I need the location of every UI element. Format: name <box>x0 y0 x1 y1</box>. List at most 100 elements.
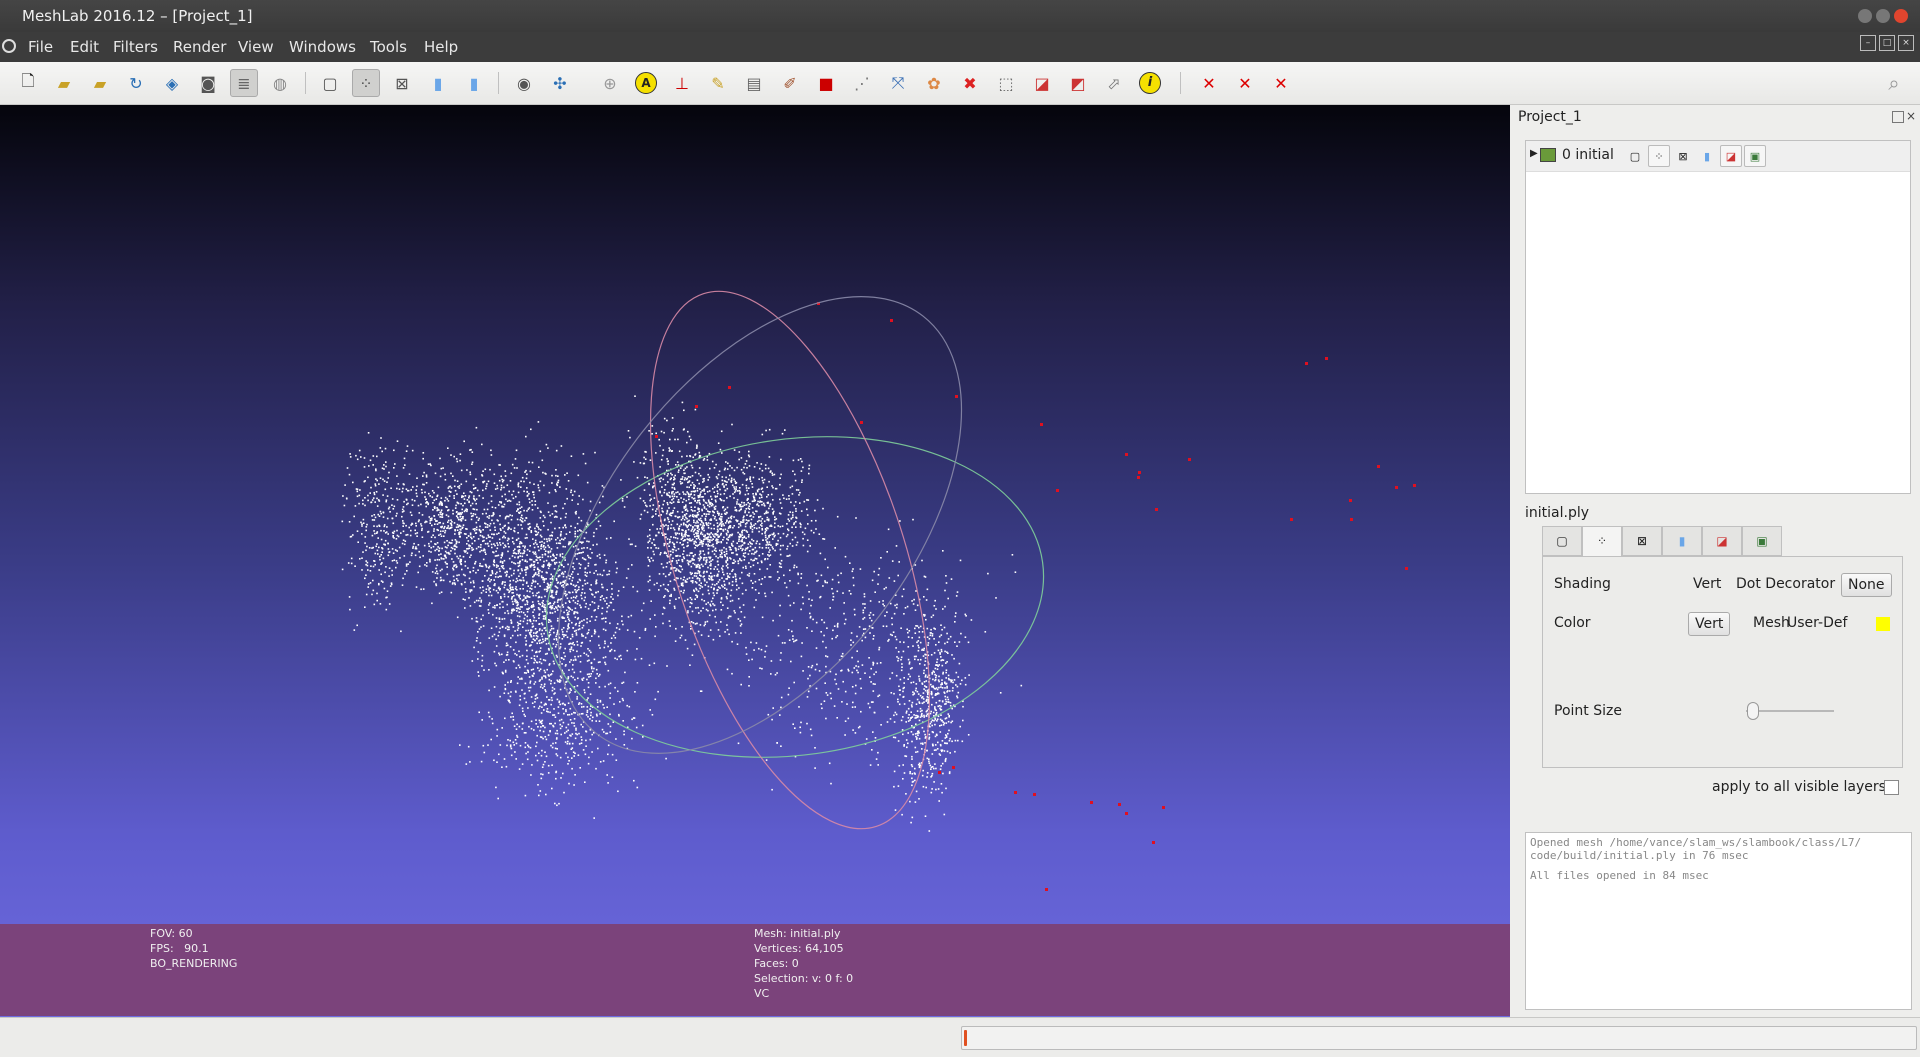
wireframe-icon[interactable]: ⊠ <box>388 69 416 97</box>
select-connected-icon[interactable]: ◩ <box>1064 69 1092 97</box>
delete-faces-icon[interactable]: ✕ <box>1195 69 1223 97</box>
cloud-point <box>694 598 696 600</box>
cloud-point <box>923 688 925 690</box>
cloud-point <box>906 628 908 631</box>
mdi-close-icon[interactable]: × <box>1898 35 1914 51</box>
cloud-point <box>874 591 876 593</box>
paint-icon[interactable]: ✎ <box>704 69 732 97</box>
cloud-point <box>676 537 679 540</box>
new-project-icon[interactable]: 🗋 <box>14 69 42 97</box>
cloud-point <box>793 523 795 526</box>
mdi-restore-icon[interactable]: □ <box>1879 35 1895 51</box>
cloud-point <box>936 734 938 736</box>
measure-icon[interactable]: ⊥ <box>668 69 696 97</box>
cloud-point <box>462 524 465 526</box>
cloud-point <box>431 490 434 492</box>
menu-help[interactable]: Help <box>424 38 458 56</box>
menu-render[interactable]: Render <box>173 38 226 56</box>
menu-edit[interactable]: Edit <box>70 38 99 56</box>
close-window-button[interactable] <box>1894 9 1908 23</box>
app-menu-icon[interactable] <box>2 39 16 53</box>
cloud-point <box>433 528 435 530</box>
cloud-point <box>841 652 844 655</box>
cloud-point <box>771 493 773 496</box>
3d-viewport[interactable] <box>0 105 1510 1017</box>
brush-icon[interactable]: ✐ <box>776 69 804 97</box>
align-icon[interactable]: ⋰ <box>848 69 876 97</box>
axis-icon[interactable]: ✣ <box>546 69 574 97</box>
cloud-point <box>954 615 957 618</box>
open-mesh-icon[interactable]: ▰ <box>86 69 114 97</box>
cloud-point <box>941 687 944 689</box>
export-mesh-icon[interactable]: ◈ <box>158 69 186 97</box>
cloud-point <box>743 542 746 544</box>
color-icon[interactable]: ✿ <box>920 69 948 97</box>
layer-dialog-icon[interactable]: ◍ <box>266 69 294 97</box>
layers-icon[interactable]: ≣ <box>230 69 258 97</box>
light-icon[interactable]: ◉ <box>510 69 538 97</box>
cloud-point <box>668 513 671 516</box>
cloud-point <box>688 480 691 482</box>
cloud-point <box>711 559 714 561</box>
snapshot-icon[interactable]: ◙ <box>194 69 222 97</box>
delete-vertices-icon[interactable]: ✕ <box>1231 69 1259 97</box>
cloud-point <box>583 619 585 621</box>
cloud-point <box>458 574 460 576</box>
cloud-point <box>685 478 688 481</box>
annotation-icon[interactable]: A <box>632 69 660 97</box>
search-icon[interactable]: ⌕ <box>1880 69 1908 97</box>
cloud-point <box>707 601 709 604</box>
cloud-point <box>699 488 701 490</box>
open-project-icon[interactable]: ▰ <box>50 69 78 97</box>
delete-all-icon[interactable]: ✕ <box>1267 69 1295 97</box>
select-vertices-icon[interactable]: ◪ <box>1028 69 1056 97</box>
cloud-point <box>514 652 516 655</box>
manipulator-icon[interactable]: ⤧ <box>884 69 912 97</box>
georef-icon[interactable]: ✖ <box>956 69 984 97</box>
sphere-icon[interactable]: ⊕ <box>596 69 624 97</box>
maximize-window-button[interactable] <box>1876 9 1890 23</box>
flat-icon[interactable]: ▮ <box>424 69 452 97</box>
cloud-point <box>663 500 665 502</box>
smooth-icon[interactable]: ▮ <box>460 69 488 97</box>
info-icon[interactable]: i <box>1136 69 1164 97</box>
cloud-point <box>418 512 421 514</box>
cloud-point <box>582 635 585 637</box>
cloud-point <box>935 608 937 610</box>
cloud-point <box>910 681 912 684</box>
cloud-point <box>608 573 610 576</box>
menu-view[interactable]: View <box>238 38 274 56</box>
minimize-window-button[interactable] <box>1858 9 1872 23</box>
select-area-icon[interactable]: ⬀ <box>1100 69 1128 97</box>
select-icon[interactable]: ■ <box>812 69 840 97</box>
screenshot-icon[interactable]: ▤ <box>740 69 768 97</box>
cloud-point <box>895 545 898 547</box>
mdi-minimize-icon[interactable]: – <box>1860 35 1876 51</box>
menu-filters[interactable]: Filters <box>113 38 158 56</box>
reload-icon[interactable]: ↻ <box>122 69 150 97</box>
cloud-point <box>675 555 677 557</box>
select-faces-icon[interactable]: ⬚ <box>992 69 1020 97</box>
cloud-point <box>723 468 726 471</box>
cloud-point <box>549 514 551 517</box>
cloud-point <box>519 507 521 509</box>
cloud-point <box>680 565 682 568</box>
cloud-point <box>912 681 915 683</box>
menu-file[interactable]: File <box>28 38 53 56</box>
cloud-point <box>728 534 731 537</box>
points-icon[interactable]: ⁘ <box>352 69 380 97</box>
cloud-point <box>590 651 592 654</box>
cloud-point <box>733 486 735 488</box>
menu-windows[interactable]: Windows <box>289 38 356 56</box>
cloud-point <box>919 764 922 767</box>
cloud-point <box>783 497 785 500</box>
cloud-point <box>669 438 671 441</box>
cloud-point <box>910 764 913 766</box>
cloud-point <box>477 651 480 653</box>
cloud-point <box>456 523 459 526</box>
bbox-icon[interactable]: ▢ <box>316 69 344 97</box>
cloud-point <box>665 524 667 526</box>
cloud-point <box>554 527 556 530</box>
cloud-point <box>780 559 783 562</box>
menu-tools[interactable]: Tools <box>370 38 407 56</box>
